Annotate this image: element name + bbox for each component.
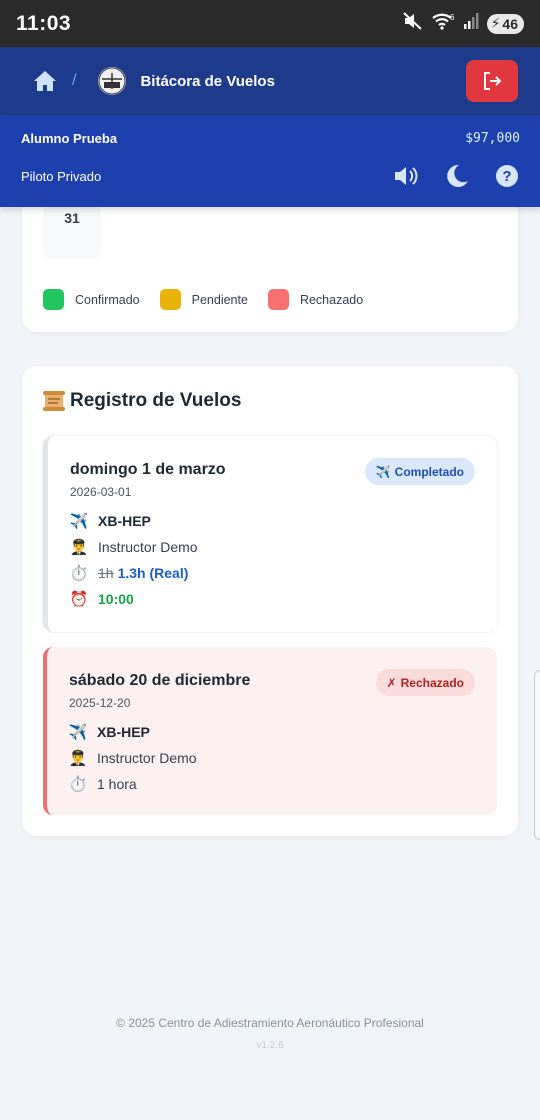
aircraft-registration: XB-HEP xyxy=(98,513,151,529)
legend-swatch-rechazado xyxy=(267,289,289,310)
calendar-legend: Confirmado Pendiente Rechazado xyxy=(43,289,383,310)
airplane-icon: ✈️ xyxy=(68,724,88,741)
flight-time: 10:00 xyxy=(98,591,134,607)
logout-button[interactable] xyxy=(466,60,518,102)
license-type: Piloto Privado xyxy=(21,168,102,184)
dark-mode-toggle[interactable] xyxy=(444,163,470,189)
legend-label: Rechazado xyxy=(299,292,364,307)
flight-log-heading: Registro de Vuelos xyxy=(42,390,241,412)
scroll-icon xyxy=(43,391,65,411)
breadcrumb-separator: / xyxy=(72,72,77,89)
instructor-name: Instructor Demo xyxy=(97,750,197,766)
airplane-icon: ✈️ xyxy=(69,513,89,530)
user-name: Alumno Prueba xyxy=(21,130,118,146)
moon-icon xyxy=(447,164,468,187)
actual-duration: 1.3h (Real) xyxy=(117,565,189,581)
flight-date: sábado 20 de diciembre xyxy=(69,672,251,689)
sound-toggle[interactable] xyxy=(394,163,420,189)
stopwatch-icon: ⏱️ xyxy=(69,565,89,582)
flight-instructor-row: 👨‍✈️ Instructor Demo xyxy=(70,538,198,556)
calendar-day-number: 31 xyxy=(64,210,80,226)
flight-iso-date: 2026-03-01 xyxy=(70,485,132,499)
user-bar: Alumno Prueba $97,000 Piloto Privado ? xyxy=(0,115,540,207)
legend-item-confirmado: Confirmado xyxy=(43,289,140,310)
flight-log-card: Registro de Vuelos domingo 1 de marzo 20… xyxy=(22,366,518,836)
status-bar: 11:03 6 ⚡ 46 xyxy=(0,0,540,47)
status-time: 11:03 xyxy=(16,11,72,35)
charging-icon: ⚡ xyxy=(490,15,501,31)
help-button[interactable]: ? xyxy=(494,163,520,189)
legend-label: Pendiente xyxy=(191,292,248,307)
flight-aircraft-row: ✈️ XB-HEP xyxy=(69,723,150,741)
calendar-day[interactable]: 31 xyxy=(43,200,101,258)
flight-duration: 1 hora xyxy=(97,776,137,792)
speaker-icon xyxy=(395,167,418,185)
status-badge: ✈️ Completado xyxy=(364,458,475,485)
app-header: / Bitácora de Vuelos xyxy=(0,47,540,115)
legend-swatch-pendiente xyxy=(159,289,181,310)
wifi-badge: 6 xyxy=(450,13,455,22)
mute-icon xyxy=(402,12,423,35)
status-label: Rechazado xyxy=(400,675,464,690)
home-button[interactable] xyxy=(32,68,58,94)
signal-icon xyxy=(463,12,479,35)
status-label: Completado xyxy=(394,464,464,479)
flight-log-title: Registro de Vuelos xyxy=(70,390,242,411)
flight-entry[interactable]: domingo 1 de marzo 2026-03-01 ✈️ Complet… xyxy=(43,436,497,632)
battery-indicator: ⚡ 46 xyxy=(486,13,524,34)
instructor-name: Instructor Demo xyxy=(98,539,198,555)
app-version: v1.2.6 xyxy=(256,1040,284,1051)
flight-instructor-row: 👨‍✈️ Instructor Demo xyxy=(69,749,197,767)
planned-duration: 1h xyxy=(98,565,114,581)
legend-item-rechazado: Rechazado xyxy=(267,289,364,310)
legend-swatch-confirmado xyxy=(43,289,64,310)
aircraft-registration: XB-HEP xyxy=(97,724,150,740)
status-badge: ✗ Rechazado xyxy=(375,669,475,696)
battery-level: 46 xyxy=(502,15,518,32)
legend-label: Confirmado xyxy=(75,292,140,307)
airplane-icon: ✈️ xyxy=(375,464,391,479)
legend-item-pendiente: Pendiente xyxy=(159,289,248,310)
school-logo xyxy=(98,67,127,95)
flight-duration-row: ⏱️ 1 hora xyxy=(69,775,137,793)
scroll-indicator[interactable] xyxy=(534,670,540,840)
flight-aircraft-row: ✈️ XB-HEP xyxy=(70,512,151,530)
alarm-clock-icon: ⏰ xyxy=(69,591,89,608)
cross-icon: ✗ xyxy=(386,675,397,690)
flight-duration-row: ⏱️ 1h 1.3h (Real) xyxy=(69,564,189,582)
flight-iso-date: 2025-12-20 xyxy=(69,696,131,710)
home-icon xyxy=(34,71,56,91)
logout-icon xyxy=(484,72,502,90)
help-icon: ? xyxy=(496,165,518,187)
pilot-icon: 👨‍✈️ xyxy=(69,539,89,556)
pilot-icon: 👨‍✈️ xyxy=(68,750,88,767)
svg-text:?: ? xyxy=(502,168,511,185)
stopwatch-icon: ⏱️ xyxy=(68,776,88,793)
flight-entry[interactable]: sábado 20 de diciembre 2025-12-20 ✗ Rech… xyxy=(43,647,497,815)
flight-date: domingo 1 de marzo xyxy=(70,461,226,478)
footer-copyright: © 2025 Centro de Adiestramiento Aeronáut… xyxy=(116,1016,424,1030)
flight-time-row: ⏰ 10:00 xyxy=(70,590,134,608)
account-balance: $97,000 xyxy=(465,130,520,146)
wifi-icon: 6 xyxy=(431,12,455,35)
page-title: Bitácora de Vuelos xyxy=(140,72,275,90)
